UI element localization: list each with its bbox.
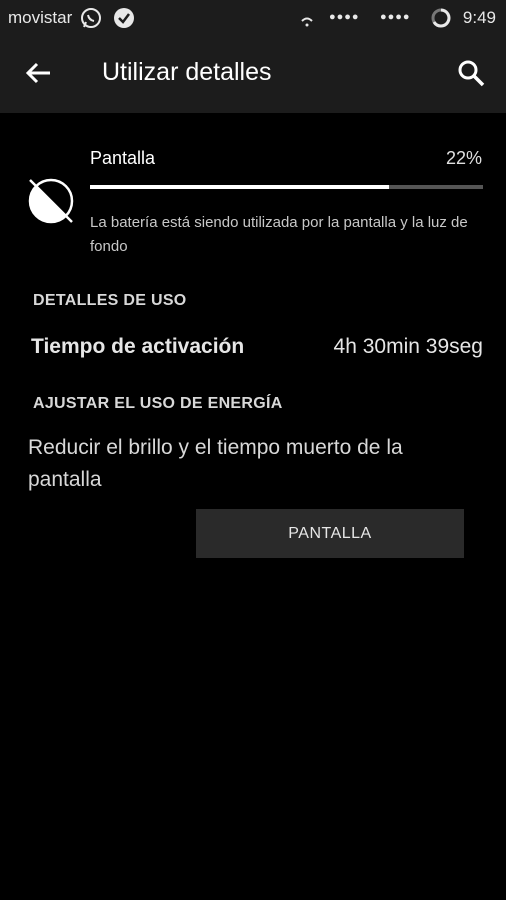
battery-ring-icon: [430, 7, 452, 34]
active-time-label: Tiempo de activación: [31, 335, 245, 358]
energy-tip: Reducir el brillo y el tiempo muerto de …: [28, 436, 403, 491]
clock: 9:49: [462, 8, 496, 27]
active-time-value: 4h 30min 39seg: [333, 335, 483, 358]
search-button[interactable]: [456, 58, 486, 88]
usage-progress-bar: [90, 185, 483, 189]
back-button[interactable]: [24, 58, 54, 88]
search-icon: [458, 60, 485, 87]
wifi-icon: [300, 14, 314, 32]
whatsapp-icon: [80, 7, 102, 34]
check-circle-icon: [113, 7, 135, 34]
app-header: Utilizar detalles: [0, 36, 506, 113]
usage-description: La batería está siendo utilizada por la …: [90, 214, 468, 255]
status-bar: movistar ●●●● ●●●● 9:49: [0, 0, 506, 36]
usage-progress-fill: [90, 185, 389, 189]
signal-bars-sim2: ●●●●: [380, 11, 411, 23]
display-brightness-icon: [26, 176, 76, 226]
carrier-name: movistar: [8, 8, 73, 27]
signal-bars-sim1: ●●●●: [329, 11, 360, 23]
page-title: Utilizar detalles: [102, 58, 272, 86]
usage-percent: 22%: [445, 148, 482, 168]
usage-item-name: Pantalla: [90, 148, 156, 168]
screen-settings-button[interactable]: PANTALLA: [196, 509, 464, 558]
arrow-left-icon: [25, 62, 50, 84]
section-title-energy: AJUSTAR EL USO DE ENERGÍA: [33, 395, 283, 412]
section-title-details: DETALLES DE USO: [33, 292, 187, 309]
